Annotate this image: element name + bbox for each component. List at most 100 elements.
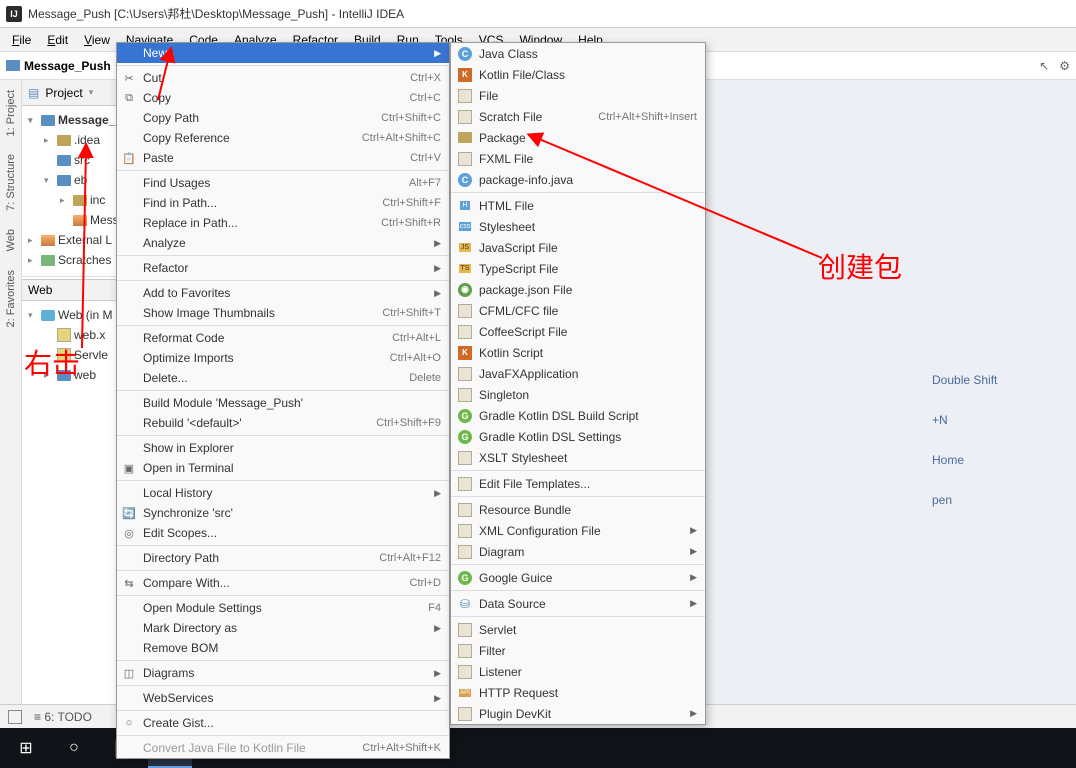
xml-icon	[57, 328, 71, 342]
ctx-remove-bom[interactable]: Remove BOM	[117, 638, 449, 658]
settings-icon[interactable]: ⚙	[1059, 59, 1070, 73]
ctx-mark-directory-as[interactable]: Mark Directory as▶	[117, 618, 449, 638]
xslt-icon	[457, 451, 473, 465]
project-view-combo-icon[interactable]: ▤	[28, 86, 39, 100]
ctx-directory-path[interactable]: Directory PathCtrl+Alt+F12	[117, 548, 449, 568]
new-javascript-file[interactable]: JSJavaScript File	[451, 237, 705, 258]
new-fxml-file[interactable]: FXML File	[451, 148, 705, 169]
ctx-replace-in-path-[interactable]: Replace in Path...Ctrl+Shift+R	[117, 213, 449, 233]
pattern-icon	[457, 388, 473, 402]
folder-icon	[57, 175, 71, 186]
menu-edit[interactable]: Edit	[39, 30, 76, 50]
ctx-cut[interactable]: ✂CutCtrl+X	[117, 68, 449, 88]
ctx-open-in-terminal[interactable]: ▣Open in Terminal	[117, 458, 449, 478]
menu-view[interactable]: View	[76, 30, 118, 50]
ctx-create-gist-[interactable]: ○Create Gist...	[117, 713, 449, 733]
new-filter[interactable]: Filter	[451, 640, 705, 661]
new-javafxapplication[interactable]: JavaFXApplication	[451, 363, 705, 384]
menu-file[interactable]: File	[4, 30, 39, 50]
new-typescript-file[interactable]: TSTypeScript File	[451, 258, 705, 279]
class-c-icon: C	[457, 173, 473, 187]
ctx-copy[interactable]: ⧉CopyCtrl+C	[117, 88, 449, 108]
sync-icon: 🔄	[122, 506, 136, 520]
ctx-add-to-favorites[interactable]: Add to Favorites▶	[117, 283, 449, 303]
new-gradle-kotlin-dsl-settings[interactable]: GGradle Kotlin DSL Settings	[451, 426, 705, 447]
gradle-g-icon: G	[457, 409, 473, 423]
new-xml-configuration-file[interactable]: XML Configuration File▶	[451, 520, 705, 541]
start-button[interactable]: ⊞	[4, 728, 48, 768]
new-scratch-file[interactable]: Scratch FileCtrl+Alt+Shift+Insert	[451, 106, 705, 127]
new-edit-file-templates-[interactable]: Edit File Templates...	[451, 473, 705, 494]
ctx-show-in-explorer[interactable]: Show in Explorer	[117, 438, 449, 458]
new-kotlin-file-class[interactable]: KKotlin File/Class	[451, 64, 705, 85]
tree-label: External L	[58, 233, 112, 247]
file-icon	[457, 89, 473, 103]
window-title: Message_Push [C:\Users\邦杜\Desktop\Messag…	[28, 5, 404, 22]
ctx-webservices[interactable]: WebServices▶	[117, 688, 449, 708]
servlet-icon	[457, 623, 473, 637]
new-google-guice[interactable]: GGoogle Guice▶	[451, 567, 705, 588]
ctx-refactor[interactable]: Refactor▶	[117, 258, 449, 278]
coffee-icon	[457, 325, 473, 339]
tool-tab-favorites[interactable]: 2: Favorites	[3, 266, 19, 331]
ctx-find-usages[interactable]: Find UsagesAlt+F7	[117, 173, 449, 193]
tool-tab-web[interactable]: Web	[3, 225, 19, 255]
tool-tab-project[interactable]: 1: Project	[3, 86, 19, 140]
ctx-open-module-settings[interactable]: Open Module SettingsF4	[117, 598, 449, 618]
new-xslt-stylesheet[interactable]: XSLT Stylesheet	[451, 447, 705, 468]
ctx-paste[interactable]: 📋PasteCtrl+V	[117, 148, 449, 168]
search-button[interactable]: ○	[52, 728, 96, 768]
ctx-local-history[interactable]: Local History▶	[117, 483, 449, 503]
tool-tab-structure[interactable]: 7: Structure	[3, 150, 19, 215]
ctx-new[interactable]: New▶	[117, 43, 449, 63]
pkg-icon	[457, 131, 473, 145]
ctx-copy-reference[interactable]: Copy ReferenceCtrl+Alt+Shift+C	[117, 128, 449, 148]
search-icon[interactable]: ↖	[1039, 59, 1049, 73]
ctx-analyze[interactable]: Analyze▶	[117, 233, 449, 253]
new-data-source[interactable]: ⛁Data Source▶	[451, 593, 705, 614]
new-package[interactable]: Package	[451, 127, 705, 148]
json-icon: ◉	[457, 283, 473, 297]
html-icon: H	[457, 199, 473, 213]
project-view-label[interactable]: Project	[45, 86, 82, 100]
status-square-icon[interactable]	[8, 710, 22, 724]
new-package-json-file[interactable]: ◉package.json File	[451, 279, 705, 300]
new-package-info-java[interactable]: Cpackage-info.java	[451, 169, 705, 190]
new-kotlin-script[interactable]: KKotlin Script	[451, 342, 705, 363]
new-servlet[interactable]: Servlet	[451, 619, 705, 640]
ctx-edit-scopes-[interactable]: ◎Edit Scopes...	[117, 523, 449, 543]
ctx-optimize-imports[interactable]: Optimize ImportsCtrl+Alt+O	[117, 348, 449, 368]
new-file[interactable]: File	[451, 85, 705, 106]
new-html-file[interactable]: HHTML File	[451, 195, 705, 216]
new-diagram[interactable]: Diagram▶	[451, 541, 705, 562]
ctx-reformat-code[interactable]: Reformat CodeCtrl+Alt+L	[117, 328, 449, 348]
scratch-icon	[457, 110, 473, 124]
tree-label: eb	[74, 173, 87, 187]
xml-icon	[457, 524, 473, 538]
new-gradle-kotlin-dsl-build-script[interactable]: GGradle Kotlin DSL Build Script	[451, 405, 705, 426]
ctx-compare-with-[interactable]: ⇆Compare With...Ctrl+D	[117, 573, 449, 593]
new-resource-bundle[interactable]: Resource Bundle	[451, 499, 705, 520]
new-java-class[interactable]: CJava Class	[451, 43, 705, 64]
new-plugin-devkit[interactable]: Plugin DevKit▶	[451, 703, 705, 724]
listener-icon	[457, 665, 473, 679]
ctx-synchronize-src-[interactable]: 🔄Synchronize 'src'	[117, 503, 449, 523]
ctx-diagrams[interactable]: ◫Diagrams▶	[117, 663, 449, 683]
new-stylesheet[interactable]: cssStylesheet	[451, 216, 705, 237]
ctx-rebuild-default-[interactable]: Rebuild '<default>'Ctrl+Shift+F9	[117, 413, 449, 433]
annotation-create-package: 创建包	[818, 246, 902, 286]
new-cfml-cfc-file[interactable]: CFML/CFC file	[451, 300, 705, 321]
new-singleton[interactable]: Singleton	[451, 384, 705, 405]
todo-tab[interactable]: ≡ 6: TODO	[34, 710, 92, 724]
new-coffeescript-file[interactable]: CoffeeScript File	[451, 321, 705, 342]
new-http-request[interactable]: APIHTTP Request	[451, 682, 705, 703]
ctx-delete-[interactable]: Delete...Delete	[117, 368, 449, 388]
new-listener[interactable]: Listener	[451, 661, 705, 682]
ctx-find-in-path-[interactable]: Find in Path...Ctrl+Shift+F	[117, 193, 449, 213]
ctx-copy-path[interactable]: Copy PathCtrl+Shift+C	[117, 108, 449, 128]
breadcrumb-project[interactable]: Message_Push	[24, 59, 111, 73]
intellij-icon: IJ	[6, 6, 22, 22]
folder-icon	[57, 135, 71, 146]
ctx-show-image-thumbnails[interactable]: Show Image ThumbnailsCtrl+Shift+T	[117, 303, 449, 323]
ctx-build-module-message-push-[interactable]: Build Module 'Message_Push'	[117, 393, 449, 413]
